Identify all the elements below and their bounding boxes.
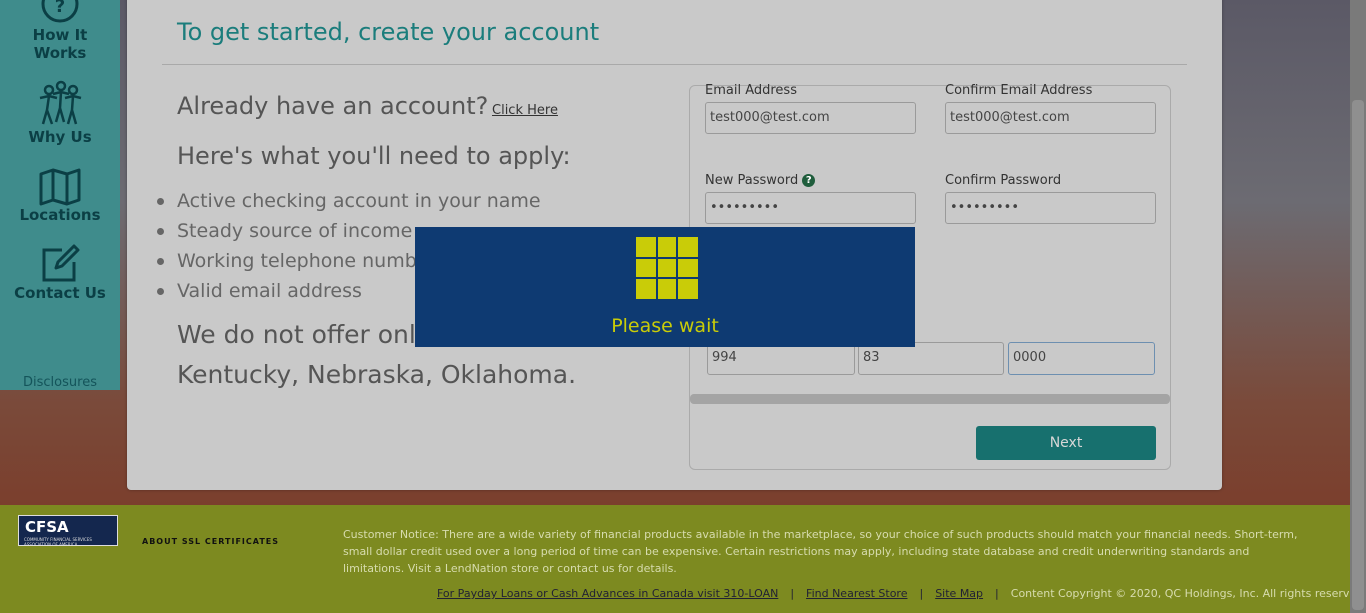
scrollbar[interactable]	[1350, 0, 1366, 613]
customer-notice: Customer Notice: There are a wide variet…	[343, 528, 1298, 575]
sidebar-item-how-it-works[interactable]: ? How It Works	[0, 0, 120, 62]
password-label: New Password?	[705, 173, 816, 188]
no-offer-text: We do not offer onlin	[177, 320, 439, 349]
find-store-link[interactable]: Find Nearest Store	[806, 587, 907, 600]
site-map-link[interactable]: Site Map	[935, 587, 983, 600]
progress-bar	[690, 394, 1170, 404]
canada-loans-link[interactable]: For Payday Loans or Cash Advances in Can…	[437, 587, 778, 600]
email-field[interactable]: test000@test.com	[705, 102, 916, 134]
cfsa-logo[interactable]: CFSA COMMUNITY FINANCIAL SERVICES ASSOCI…	[18, 515, 118, 547]
password-label-text: New Password	[705, 173, 799, 188]
sidebar-item-label: Locations	[19, 206, 101, 224]
loading-spinner-icon	[636, 237, 698, 299]
disclosures-link[interactable]: Disclosures	[0, 375, 120, 390]
confirm-password-label: Confirm Password	[945, 173, 1062, 188]
copyright-text: Content Copyright © 2020, QC Holdings, I…	[1010, 587, 1366, 600]
people-icon	[39, 80, 82, 125]
separator: |	[919, 587, 924, 600]
map-icon	[39, 168, 81, 206]
confirm-password-field[interactable]: •••••••••	[945, 192, 1156, 224]
click-here-link[interactable]: Click Here	[492, 103, 558, 118]
ssl-certificates-link[interactable]: ABOUT SSL CERTIFICATES	[142, 537, 279, 546]
separator: |	[995, 587, 999, 600]
requirements-heading: Here's what you'll need to apply:	[177, 142, 571, 170]
email-label: Email Address	[705, 83, 797, 98]
confirm-email-label: Confirm Email Address	[945, 83, 1093, 98]
password-field[interactable]: •••••••••	[705, 192, 916, 224]
footer: CFSA COMMUNITY FINANCIAL SERVICES ASSOCI…	[0, 505, 1366, 613]
divider	[162, 64, 1187, 65]
ssn-part3-field[interactable]: 0000	[1008, 342, 1155, 375]
separator: |	[790, 587, 795, 600]
please-wait-text: Please wait	[611, 315, 719, 337]
sidebar-item-locations[interactable]: Locations	[0, 168, 120, 224]
states-text: Kentucky, Nebraska, Oklahoma.	[177, 360, 577, 389]
cfsa-logo-subtext: COMMUNITY FINANCIAL SERVICES ASSOCIATION…	[24, 537, 92, 547]
footer-links: For Payday Loans or Cash Advances in Can…	[437, 587, 1366, 600]
question-icon: ?	[41, 0, 79, 23]
svg-text:?: ?	[55, 0, 65, 17]
sidebar-item-label: Works	[33, 44, 87, 62]
sidebar: ? How It Works Why Us Locations Contact …	[0, 0, 120, 390]
cfsa-logo-text: CFSA	[25, 518, 69, 536]
sidebar-item-why-us[interactable]: Why Us	[0, 80, 120, 146]
sidebar-item-label: Contact Us	[14, 284, 106, 302]
scrollbar-thumb[interactable]	[1352, 100, 1364, 610]
already-have-account-heading: Already have an account?	[177, 92, 489, 120]
edit-icon	[42, 244, 80, 282]
list-item: Active checking account in your name	[157, 188, 541, 218]
confirm-email-field[interactable]: test000@test.com	[945, 102, 1156, 134]
page-title: To get started, create your account	[177, 18, 600, 46]
next-button[interactable]: Next	[976, 426, 1156, 460]
sidebar-item-label: How It	[32, 26, 88, 44]
sidebar-item-label: Why Us	[28, 128, 92, 146]
loading-overlay: Please wait	[415, 227, 915, 347]
help-icon[interactable]: ?	[802, 174, 816, 187]
sidebar-item-contact-us[interactable]: Contact Us	[0, 244, 120, 302]
